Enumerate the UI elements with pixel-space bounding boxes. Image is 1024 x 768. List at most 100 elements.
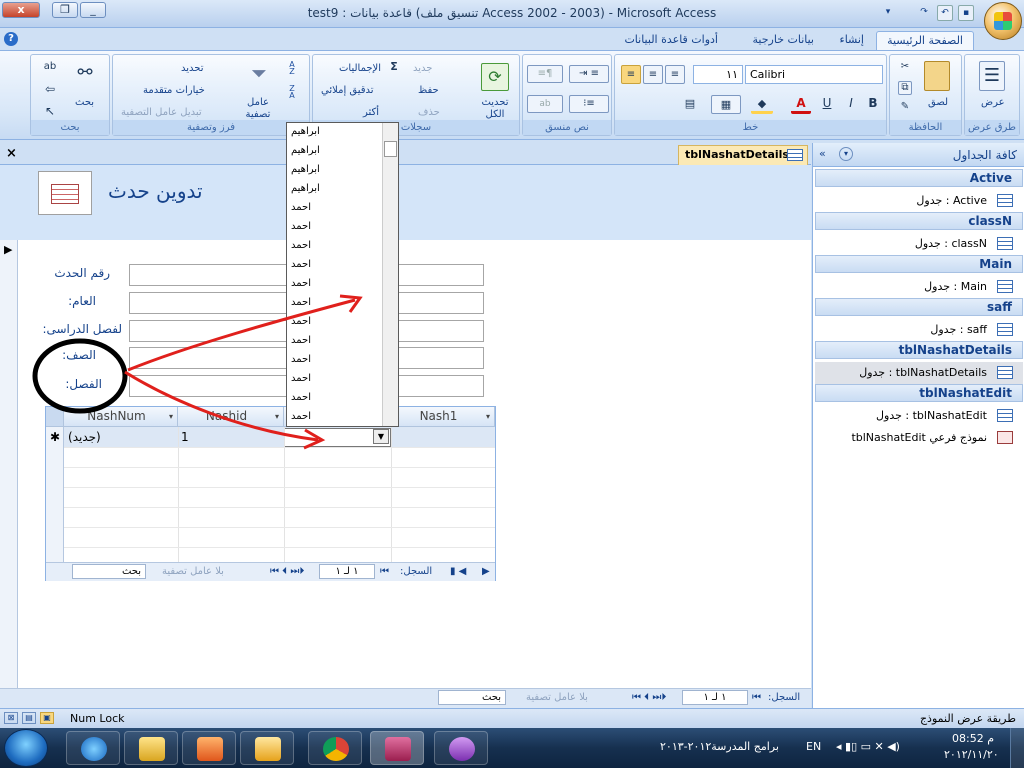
view-icon[interactable]: ☰ (979, 61, 1005, 91)
layout-view-icon[interactable]: ⊠ (4, 712, 18, 724)
design-view-icon[interactable]: ▤ (22, 712, 36, 724)
subform-scroll-right-icon[interactable]: ▶ (482, 566, 490, 577)
sort-descending-icon[interactable]: ZA (283, 85, 301, 101)
nav-group-header[interactable]: Main (815, 255, 1023, 273)
nav-item[interactable]: tblNashatDetails : جدول (815, 362, 1023, 384)
more-button[interactable]: أكثر (363, 107, 379, 118)
nav-menu-icon[interactable]: ▾ (839, 147, 853, 161)
delete-record-button[interactable]: حذف (418, 107, 440, 118)
fill-color-icon[interactable]: ◆ (751, 95, 773, 114)
nav-item[interactable]: tblNashatEdit : جدول (815, 405, 1023, 427)
tab-external-data[interactable]: بيانات خارجية (743, 31, 824, 50)
nav-group-header[interactable]: tblNashatEdit (815, 384, 1023, 402)
paste-button[interactable]: لصق (928, 97, 948, 108)
tab-home[interactable]: الصفحة الرئيسية (876, 31, 974, 50)
new-row-nashid[interactable]: 1 (181, 427, 189, 447)
rtl-icon[interactable]: ≡¶ (527, 65, 563, 83)
restore-button[interactable]: ❐ (52, 2, 78, 18)
dropdown-item[interactable]: احمد (291, 221, 311, 232)
underline-button[interactable]: U (817, 95, 837, 114)
form-filter-status[interactable]: بلا عامل تصفية (526, 692, 588, 703)
alt-row-color-icon[interactable]: ▤ (677, 95, 703, 114)
indent-icon[interactable]: ⇥ ≡ (569, 65, 609, 83)
save-icon[interactable]: ▪ (958, 5, 974, 21)
form-record-position[interactable]: ١ لـ ١ (682, 690, 748, 705)
dropdown-item[interactable]: احمد (291, 392, 311, 403)
filter-button[interactable]: عامل تصفية (241, 97, 275, 121)
totals-button[interactable]: الإجماليات (339, 63, 381, 74)
new-record-button[interactable]: جديد (413, 63, 432, 74)
column-header-nashnum[interactable]: NashNum ▾ (64, 407, 178, 427)
language-indicator[interactable]: EN (806, 740, 821, 753)
align-center-icon[interactable]: ≡ (643, 65, 663, 84)
dropdown-scroll-thumb[interactable] (384, 141, 397, 157)
dropdown-item[interactable]: احمد (291, 278, 311, 289)
show-desktop-button[interactable] (1010, 728, 1024, 768)
cut-icon[interactable]: ✂ (898, 61, 912, 75)
close-button[interactable]: x (2, 2, 40, 18)
nav-group-header[interactable]: Active (815, 169, 1023, 187)
close-document-icon[interactable]: × (6, 146, 17, 161)
copy-icon[interactable]: ⧉ (898, 81, 912, 95)
new-row[interactable] (64, 427, 495, 447)
selection-button[interactable]: تحديد (181, 63, 204, 74)
font-color-icon[interactable]: A (791, 95, 811, 114)
dropdown-item[interactable]: احمد (291, 202, 311, 213)
dropdown-item[interactable]: احمد (291, 373, 311, 384)
dropdown-item[interactable]: ابراهيم (291, 145, 320, 156)
nav-item[interactable]: classN : جدول (815, 233, 1023, 255)
dropdown-item[interactable]: احمد (291, 259, 311, 270)
dropdown-item[interactable]: ابراهيم (291, 164, 320, 175)
taskbar-media[interactable] (182, 731, 236, 765)
spelling-button[interactable]: تدقيق إملائي (321, 85, 374, 96)
qat-menu-icon[interactable]: ▾ (880, 5, 896, 21)
taskbar-ie[interactable] (66, 731, 120, 765)
font-name-combo[interactable]: Calibri (745, 65, 883, 84)
dropdown-item[interactable]: احمد (291, 240, 311, 251)
taskbar-access[interactable] (370, 731, 424, 765)
nav-item[interactable]: saff : جدول (815, 319, 1023, 341)
align-right-icon[interactable]: ≡ (665, 65, 685, 84)
bullets-icon[interactable]: ⁝≡ (569, 95, 609, 113)
nav-item[interactable]: Main : جدول (815, 276, 1023, 298)
nav-item[interactable]: Active : جدول (815, 190, 1023, 212)
replace-icon[interactable]: ab (41, 61, 59, 75)
dropdown-item[interactable]: احمد (291, 316, 311, 327)
form-nav-icons[interactable]: ⏵⏭ ⏴ ⏮ (632, 692, 666, 703)
tab-database-tools[interactable]: أدوات قاعدة البيانات (614, 31, 728, 50)
form-search-box[interactable]: بحث (438, 690, 506, 705)
subform-search-box[interactable]: بحث (72, 564, 146, 579)
taskbar-explorer[interactable] (124, 731, 178, 765)
dropdown-item[interactable]: ابراهيم (291, 126, 320, 137)
dropdown-item[interactable]: احمد (291, 411, 311, 422)
dropdown-scrollbar[interactable] (382, 123, 398, 426)
advanced-button[interactable]: خيارات متقدمة (143, 85, 205, 96)
subform-first-icon[interactable]: ⏮ (380, 566, 390, 577)
align-left-icon[interactable]: ≡ (621, 65, 641, 84)
highlight-icon[interactable]: ab (527, 95, 563, 113)
column-header-nashid[interactable]: Nashid ▾ (178, 407, 284, 427)
form-first-icon[interactable]: ⏮ (752, 692, 761, 703)
combo-dropdown-list[interactable]: ابراهيم ابراهيم ابراهيم ابراهيم احمد احمد احمد… (286, 122, 399, 427)
view-button[interactable]: عرض (981, 97, 1005, 108)
subform-scroll-left-icon[interactable]: ◀ ▮ (450, 566, 466, 577)
format-painter-icon[interactable]: ✎ (898, 101, 912, 115)
nav-group-header[interactable]: saff (815, 298, 1023, 316)
clock-time[interactable]: 08:52 م (952, 732, 994, 745)
subform-record-position[interactable]: ١ لـ ١ (319, 564, 375, 579)
sort-ascending-icon[interactable]: AZ (283, 61, 301, 77)
nav-group-header[interactable]: classN (815, 212, 1023, 230)
dropdown-item[interactable]: ابراهيم (291, 183, 320, 194)
clock-date[interactable]: ٢٠١٢/١١/٢٠ (944, 748, 999, 761)
binoculars-icon[interactable]: ⚯ (71, 61, 99, 87)
dropdown-item[interactable]: احمد (291, 335, 311, 346)
minimize-button[interactable]: _ (80, 2, 106, 18)
start-button[interactable] (4, 729, 48, 767)
refresh-all-button[interactable]: تحديث الكل (473, 97, 517, 121)
paste-icon[interactable] (924, 61, 950, 91)
refresh-icon[interactable]: ⟳ (481, 63, 509, 91)
nav-group-header[interactable]: tblNashatDetails (815, 341, 1023, 359)
form-view-icon[interactable]: ▣ (40, 712, 54, 724)
taskbar-window-title[interactable]: برامج المدرسة٢٠١٢-٢٠١٣ (660, 740, 779, 753)
find-button[interactable]: بحث (75, 97, 94, 108)
